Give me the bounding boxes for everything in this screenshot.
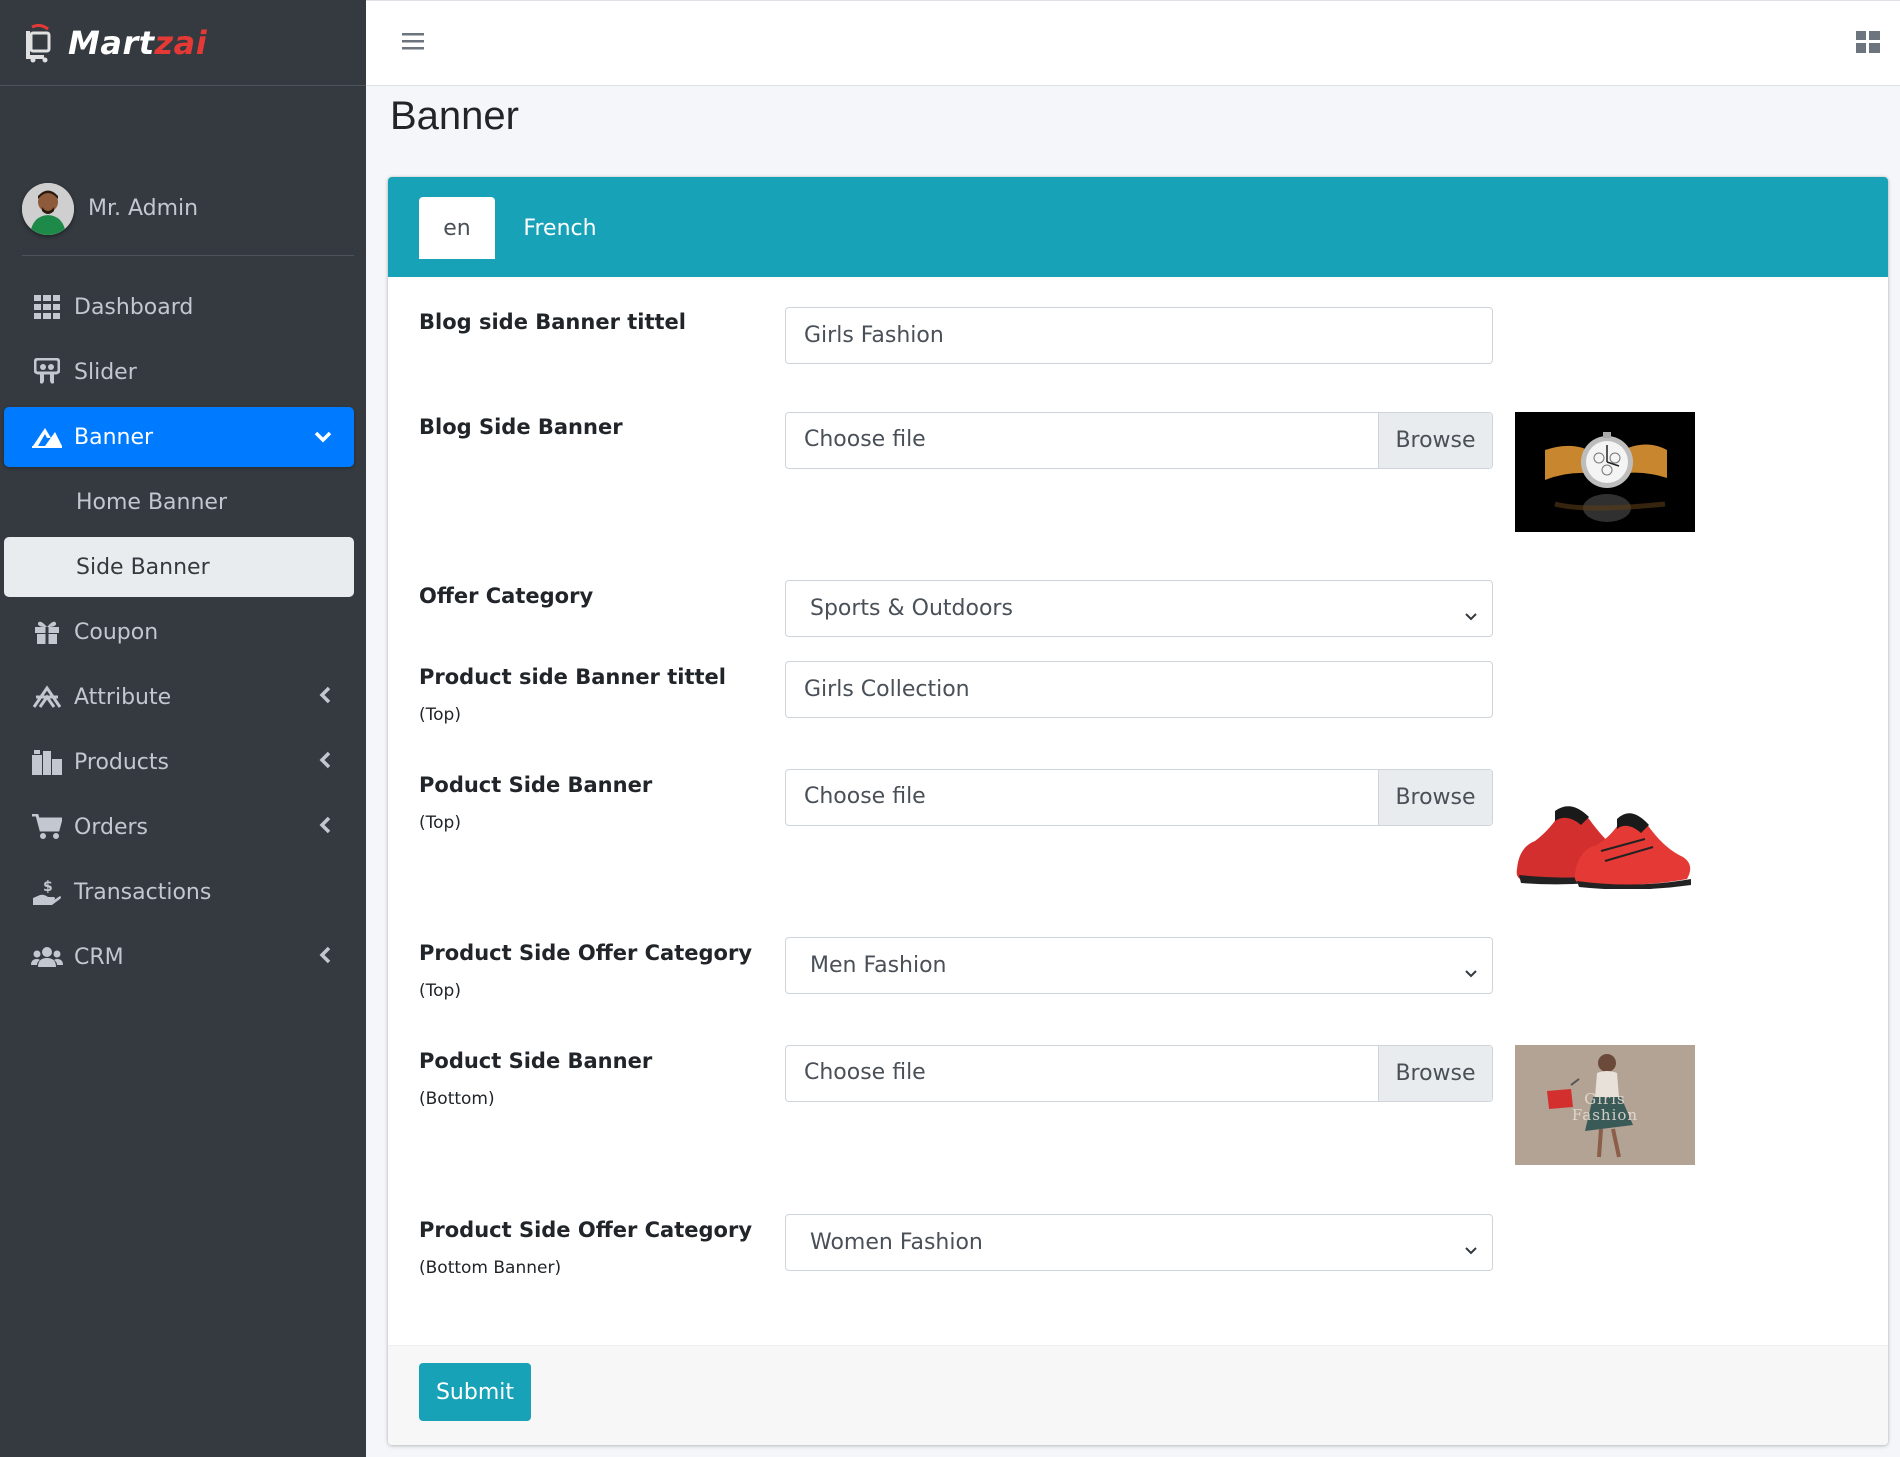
blog-title-input[interactable]: Girls Fashion	[785, 307, 1493, 364]
sidebar-item-transactions-label: Transactions	[74, 879, 212, 905]
brand-logo-icon	[22, 23, 58, 63]
sidebar-item-attribute[interactable]: Attribute	[4, 667, 354, 727]
blog-banner-thumbnail	[1515, 412, 1695, 532]
product-offer-top-select[interactable]: Men Fashion	[785, 937, 1493, 994]
product-title-label: Product side Banner tittel	[419, 665, 726, 689]
sidebar-item-crm-label: CRM	[74, 944, 124, 970]
product-offer-bottom-label: Product Side Offer Category	[419, 1218, 753, 1242]
poduct-banner-top-label: Poduct Side Banner	[419, 773, 653, 797]
fullscreen-grid-icon[interactable]	[1856, 31, 1880, 57]
slideshare-icon	[30, 358, 64, 386]
dashboard-grid-icon	[30, 293, 64, 321]
user-panel: Mr. Admin	[22, 176, 354, 256]
sidebar: Martzai Mr. Admin Dashboard Slider Banne…	[0, 0, 366, 1457]
sidebar-item-coupon[interactable]: Coupon	[4, 602, 354, 662]
browse-button[interactable]: Browse	[1378, 770, 1492, 825]
brand-name-part1: Mart	[68, 23, 155, 62]
product-offer-bottom-note: (Bottom Banner)	[419, 1258, 562, 1278]
poduct-banner-bottom-file-input[interactable]: Choose file Browse	[785, 1045, 1493, 1102]
product-offer-top-label: Product Side Offer Category	[419, 941, 753, 965]
tab-en[interactable]: en	[419, 197, 495, 259]
offer-category-value: Sports & Outdoors	[810, 596, 1013, 621]
blog-banner-file-input[interactable]: Choose file Browse	[785, 412, 1493, 469]
sidebar-item-dashboard-label: Dashboard	[74, 294, 194, 320]
sidebar-item-products-label: Products	[74, 749, 169, 775]
sidebar-item-banner[interactable]: Banner	[4, 407, 354, 467]
brand-link[interactable]: Martzai	[0, 0, 366, 86]
avatar[interactable]	[22, 182, 74, 235]
hamburger-menu-icon[interactable]	[402, 31, 424, 55]
sidebar-item-crm[interactable]: CRM	[4, 927, 354, 987]
users-icon	[30, 943, 64, 971]
top-navbar	[366, 0, 1900, 86]
sidebar-item-orders-label: Orders	[74, 814, 148, 840]
sidebar-item-coupon-label: Coupon	[74, 619, 159, 645]
submit-button[interactable]: Submit	[419, 1363, 531, 1421]
attribute-icon	[30, 683, 64, 711]
chevron-left-icon	[318, 945, 332, 970]
sidebar-item-transactions[interactable]: $ Transactions	[4, 862, 354, 922]
poduct-banner-bottom-note: (Bottom)	[419, 1089, 495, 1109]
sidebar-item-attribute-label: Attribute	[74, 684, 172, 710]
brand-name-part2: zai	[154, 23, 208, 62]
poduct-banner-top-thumbnail	[1515, 769, 1695, 889]
sidebar-item-slider-label: Slider	[74, 359, 137, 385]
product-offer-top-note: (Top)	[419, 981, 461, 1001]
file-placeholder: Choose file	[804, 784, 926, 809]
poduct-banner-top-file-input[interactable]: Choose file Browse	[785, 769, 1493, 826]
shopping-cart-icon	[30, 813, 64, 841]
chevron-down-icon	[1464, 1237, 1478, 1262]
product-offer-bottom-select[interactable]: Women Fashion	[785, 1214, 1493, 1271]
gift-icon	[30, 618, 64, 646]
page-title: Banner	[390, 94, 519, 138]
chevron-down-icon	[1464, 960, 1478, 985]
chevron-left-icon	[318, 750, 332, 775]
browse-button[interactable]: Browse	[1378, 413, 1492, 468]
tab-french[interactable]: French	[510, 197, 610, 259]
product-title-note: (Top)	[419, 705, 461, 725]
blog-banner-label: Blog Side Banner	[419, 415, 623, 439]
poduct-banner-top-note: (Top)	[419, 813, 461, 833]
svg-text:$: $	[43, 879, 53, 895]
chevron-left-icon	[318, 685, 332, 710]
sidebar-item-slider[interactable]: Slider	[4, 342, 354, 402]
sidebar-item-side-banner[interactable]: Side Banner	[4, 537, 354, 597]
product-title-input[interactable]: Girls Collection	[785, 661, 1493, 718]
sidebar-item-home-banner-label: Home Banner	[76, 489, 228, 515]
language-tabs: en French	[388, 177, 1888, 277]
boxes-icon	[30, 748, 64, 776]
user-name[interactable]: Mr. Admin	[88, 196, 198, 221]
sidebar-item-home-banner[interactable]: Home Banner	[4, 472, 354, 532]
card-footer: Submit	[388, 1345, 1888, 1445]
offer-category-label: Offer Category	[419, 584, 594, 608]
blog-title-label: Blog side Banner tittel	[419, 310, 687, 334]
brand-name: Martzai	[68, 24, 207, 62]
poduct-banner-bottom-label: Poduct Side Banner	[419, 1049, 653, 1073]
product-offer-bottom-value: Women Fashion	[810, 1230, 983, 1255]
chevron-down-icon	[314, 425, 332, 450]
hand-dollar-icon: $	[30, 878, 64, 906]
thumbnail-caption: Girls Fashion	[1571, 1090, 1639, 1124]
product-offer-top-value: Men Fashion	[810, 953, 947, 978]
sidebar-item-side-banner-label: Side Banner	[76, 554, 210, 580]
sidebar-item-banner-label: Banner	[74, 424, 154, 450]
sidebar-item-products[interactable]: Products	[4, 732, 354, 792]
banner-form-card: en French Blog side Banner tittel Girls …	[388, 177, 1888, 1445]
sidebar-item-dashboard[interactable]: Dashboard	[4, 277, 354, 337]
browse-button[interactable]: Browse	[1378, 1046, 1492, 1101]
offer-category-select[interactable]: Sports & Outdoors	[785, 580, 1493, 637]
chevron-down-icon	[1464, 603, 1478, 628]
chevron-left-icon	[318, 815, 332, 840]
file-placeholder: Choose file	[804, 427, 926, 452]
sidebar-nav: Dashboard Slider Banner Home Banner Side…	[0, 277, 366, 992]
file-placeholder: Choose file	[804, 1060, 926, 1085]
sidebar-item-orders[interactable]: Orders	[4, 797, 354, 857]
poduct-banner-bottom-thumbnail: Girls Fashion	[1515, 1045, 1695, 1165]
banner-icon	[30, 423, 64, 451]
